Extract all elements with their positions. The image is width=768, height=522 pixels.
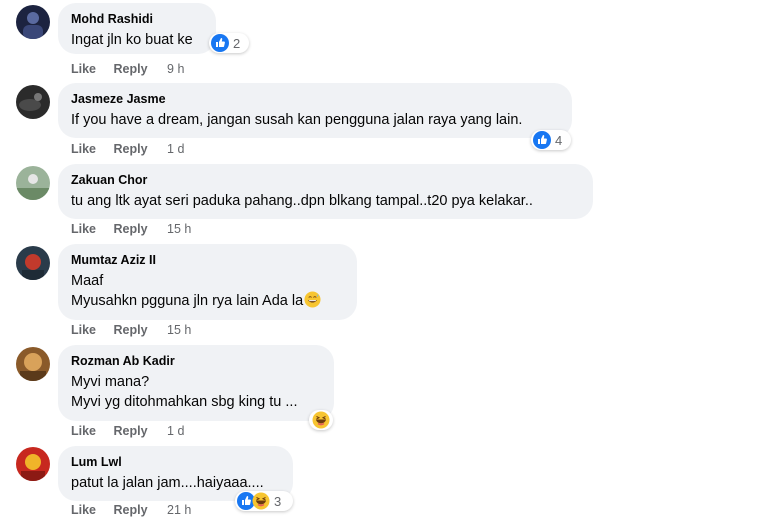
timestamp[interactable]: 15 h xyxy=(167,222,191,236)
comment-text: Myvi yg ditohmahkan sbg king tu ... xyxy=(71,394,298,410)
avatar[interactable] xyxy=(16,166,50,200)
reaction-count: 4 xyxy=(555,132,563,148)
comment-actions: Like Reply 15 h xyxy=(71,221,191,237)
comment-text-line: Myusahkn pgguna jln rya lain Ada la xyxy=(71,293,304,309)
timestamp[interactable]: 9 h xyxy=(167,62,184,76)
comment-text: Myusahkn pgguna jln rya lain Ada la xyxy=(71,291,344,311)
reply-button[interactable]: Reply xyxy=(114,424,148,438)
reaction-summary[interactable]: 2 xyxy=(209,33,249,53)
like-button[interactable]: Like xyxy=(71,142,96,156)
comment-text: If you have a dream, jangan susah kan pe… xyxy=(71,112,523,128)
timestamp[interactable]: 1 d xyxy=(167,424,184,438)
reaction-summary[interactable]: 3 xyxy=(235,491,293,511)
comment-bubble: Jasmeze Jasme If you have a dream, janga… xyxy=(58,83,572,138)
like-button[interactable]: Like xyxy=(71,424,96,438)
comment-actions: Like Reply 9 h xyxy=(71,61,184,77)
reply-button[interactable]: Reply xyxy=(114,323,148,337)
grinning-sweat-emoji-icon xyxy=(304,291,321,308)
comment-author[interactable]: Jasmeze Jasme xyxy=(71,91,559,107)
timestamp[interactable]: 21 h xyxy=(167,503,191,517)
comment-bubble: Mumtaz Aziz II Maaf Myusahkn pgguna jln … xyxy=(58,244,357,320)
comment-actions: Like Reply 15 h xyxy=(71,322,191,338)
comment-text: Myvi mana? xyxy=(71,374,150,390)
reply-button[interactable]: Reply xyxy=(114,222,148,236)
comment-text: Maaf xyxy=(71,273,104,289)
avatar[interactable] xyxy=(16,246,50,280)
comment-text: Ingat jln ko buat ke xyxy=(71,32,193,48)
comment-author[interactable]: Mumtaz Aziz II xyxy=(71,252,344,268)
reaction-summary[interactable]: 4 xyxy=(531,130,571,150)
timestamp[interactable]: 15 h xyxy=(167,323,191,337)
comment-actions: Like Reply 1 d xyxy=(71,141,184,157)
like-button[interactable]: Like xyxy=(71,62,96,76)
comment-bubble: Rozman Ab Kadir Myvi mana? Myvi yg ditoh… xyxy=(58,345,334,421)
like-button[interactable]: Like xyxy=(71,222,96,236)
like-icon xyxy=(211,34,229,52)
reply-button[interactable]: Reply xyxy=(114,503,148,517)
reaction-count: 2 xyxy=(233,35,241,51)
haha-icon xyxy=(312,411,330,429)
avatar[interactable] xyxy=(16,5,50,39)
reaction-summary[interactable] xyxy=(309,410,333,430)
comment-text: tu ang ltk ayat seri paduka pahang..dpn … xyxy=(71,193,533,209)
reply-button[interactable]: Reply xyxy=(114,62,148,76)
reply-button[interactable]: Reply xyxy=(114,142,148,156)
like-button[interactable]: Like xyxy=(71,323,96,337)
avatar[interactable] xyxy=(16,447,50,481)
avatar[interactable] xyxy=(16,347,50,381)
like-button[interactable]: Like xyxy=(71,503,96,517)
timestamp[interactable]: 1 d xyxy=(167,142,184,156)
comment-author[interactable]: Zakuan Chor xyxy=(71,172,580,188)
comment-author[interactable]: Mohd Rashidi xyxy=(71,11,203,27)
comment-author[interactable]: Lum Lwl xyxy=(71,454,280,470)
comment-actions: Like Reply 1 d xyxy=(71,423,184,439)
comment-bubble: Mohd Rashidi Ingat jln ko buat ke xyxy=(58,3,216,54)
comment-actions: Like Reply 21 h xyxy=(71,502,191,518)
avatar[interactable] xyxy=(16,85,50,119)
like-icon xyxy=(533,131,551,149)
comment-author[interactable]: Rozman Ab Kadir xyxy=(71,353,321,369)
reaction-count: 3 xyxy=(274,493,282,509)
comment-bubble: Zakuan Chor tu ang ltk ayat seri paduka … xyxy=(58,164,593,219)
comment-text: patut la jalan jam....haiyaaa.... xyxy=(71,475,264,491)
haha-icon xyxy=(252,492,270,510)
